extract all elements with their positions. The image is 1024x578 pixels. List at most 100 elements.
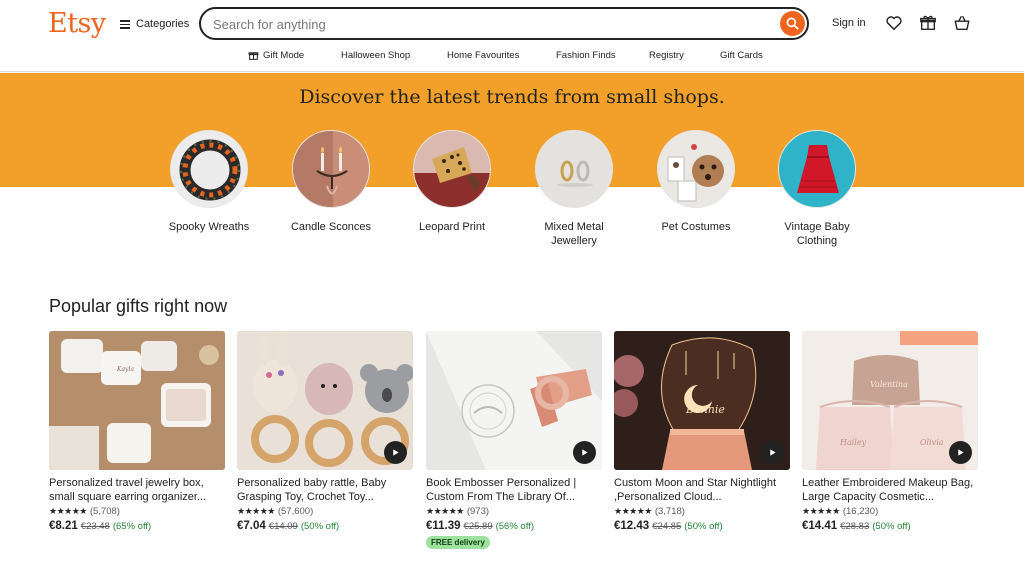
gift-icon[interactable] <box>919 14 937 32</box>
star-rating-icon: ★★★★★ <box>802 506 840 516</box>
original-price: €24.85 <box>652 521 682 532</box>
star-rating-icon: ★★★★★ <box>426 506 464 516</box>
nav-gift-cards[interactable]: Gift Cards <box>720 50 763 61</box>
nav-fashion-finds[interactable]: Fashion Finds <box>556 50 616 61</box>
product-rating: ★★★★★ (57,600) <box>237 506 413 517</box>
original-price: €25.89 <box>463 521 493 532</box>
original-price: €28.83 <box>840 521 870 532</box>
nav-label: Gift Mode <box>263 50 305 61</box>
discount-percent: (50% off) <box>300 521 340 532</box>
review-count: (57,600) <box>277 506 314 517</box>
product-image[interactable]: Valentina Hailey Olivia <box>802 331 978 470</box>
sale-price: €7.04 <box>237 520 266 532</box>
nav-home-favourites[interactable]: Home Favourites <box>447 50 519 61</box>
category-image <box>170 130 248 208</box>
category-leopard-print[interactable]: Leopard Print <box>402 130 502 234</box>
gift-icon <box>248 52 259 60</box>
search-icon <box>786 17 799 30</box>
category-spooky-wreaths[interactable]: Spooky Wreaths <box>159 130 259 234</box>
product-title[interactable]: Personalized travel jewelry box, small s… <box>49 476 225 504</box>
play-video-button[interactable] <box>573 441 596 464</box>
product-price: €14.41 €28.83 (50% off) <box>802 520 978 532</box>
sale-price: €12.43 <box>614 520 650 532</box>
product-title[interactable]: Personalized baby rattle, Baby Grasping … <box>237 476 413 504</box>
product-title[interactable]: Book Embosser Personalized | Custom From… <box>426 476 602 504</box>
nav-gift-mode[interactable]: Gift Mode <box>248 50 304 61</box>
nav-halloween-shop[interactable]: Halloween Shop <box>341 50 410 61</box>
play-video-button[interactable] <box>384 441 407 464</box>
product-title[interactable]: Leather Embroidered Makeup Bag, Large Ca… <box>802 476 978 504</box>
review-count: (5,708) <box>89 506 120 517</box>
product-title[interactable]: Custom Moon and Star Nightlight ,Persona… <box>614 476 790 504</box>
review-count: (3,718) <box>654 506 685 517</box>
category-label: Candle Sconces <box>290 221 372 233</box>
category-label: Vintage Baby Clothing <box>784 221 850 247</box>
product-price: €11.39 €25.89 (56% off) <box>426 520 602 532</box>
discount-percent: (65% off) <box>112 521 152 532</box>
categories-button[interactable]: Categories <box>120 16 189 32</box>
play-video-button[interactable] <box>761 441 784 464</box>
product-rating: ★★★★★ (16,230) <box>802 506 978 517</box>
category-image <box>778 130 856 208</box>
discount-percent: (56% off) <box>495 521 534 532</box>
basket-icon[interactable] <box>953 14 971 32</box>
category-label: Pet Costumes <box>661 221 731 233</box>
product-card[interactable]: Valentina Hailey Olivia Leather Embroide… <box>802 331 978 532</box>
free-delivery-badge: FREE delivery <box>426 536 490 549</box>
section-title: Popular gifts right now <box>49 296 228 316</box>
product-price: €8.21 €23.48 (65% off) <box>49 520 225 532</box>
svg-text:Bonnie: Bonnie <box>685 403 725 416</box>
review-count: (16,230) <box>842 506 879 517</box>
product-image[interactable]: Kayla <box>49 331 225 470</box>
star-rating-icon: ★★★★★ <box>49 506 87 516</box>
sub-navigation: Gift Mode Halloween Shop Home Favourites… <box>0 48 1024 64</box>
category-image <box>657 130 735 208</box>
category-image <box>292 130 370 208</box>
svg-text:Valentina: Valentina <box>870 380 908 389</box>
category-label: Spooky Wreaths <box>168 221 250 233</box>
sign-in-link[interactable]: Sign in <box>832 17 866 29</box>
search-input[interactable] <box>213 15 773 33</box>
category-mixed-metal-jewellery[interactable]: Mixed Metal Jewellery <box>524 130 624 248</box>
category-image <box>535 130 613 208</box>
search-button[interactable] <box>780 11 805 36</box>
svg-text:Hailey: Hailey <box>839 438 867 447</box>
play-icon <box>770 449 776 456</box>
product-card[interactable]: Bonnie Custom Moon and Star Nightlight ,… <box>614 331 790 532</box>
category-label: Leopard Print <box>418 221 486 233</box>
play-icon <box>958 449 964 456</box>
site-header: Etsy Categories Sign in <box>0 0 1024 72</box>
categories-label: Categories <box>136 18 190 30</box>
play-video-button[interactable] <box>949 441 972 464</box>
svg-text:Olivia: Olivia <box>920 438 944 447</box>
heart-icon[interactable] <box>885 14 903 32</box>
product-card[interactable]: Kayla Personalized travel jewelry box, s… <box>49 331 225 532</box>
original-price: €23.48 <box>80 521 110 532</box>
product-price: €7.04 €14.09 (50% off) <box>237 520 413 532</box>
product-card[interactable]: Personalized baby rattle, Baby Grasping … <box>237 331 413 532</box>
discount-percent: (50% off) <box>684 521 723 532</box>
product-image[interactable] <box>237 331 413 470</box>
discount-percent: (50% off) <box>872 521 911 532</box>
category-candle-sconces[interactable]: Candle Sconces <box>281 130 381 234</box>
etsy-logo[interactable]: Etsy <box>48 8 106 39</box>
product-rating: ★★★★★ (973) <box>426 506 602 517</box>
category-label: Mixed Metal Jewellery <box>544 221 604 247</box>
product-card[interactable]: Book Embosser Personalized | Custom From… <box>426 331 602 550</box>
banner-title: Discover the latest trends from small sh… <box>299 86 725 108</box>
svg-text:Kayla: Kayla <box>116 366 134 373</box>
category-vintage-baby-clothing[interactable]: Vintage Baby Clothing <box>767 130 867 248</box>
play-icon <box>582 449 588 456</box>
product-image[interactable] <box>426 331 602 470</box>
sale-price: €14.41 <box>802 520 838 532</box>
review-count: (973) <box>466 506 490 517</box>
original-price: €14.09 <box>268 521 298 532</box>
star-rating-icon: ★★★★★ <box>614 506 652 516</box>
nav-registry[interactable]: Registry <box>649 50 684 61</box>
category-pet-costumes[interactable]: Pet Costumes <box>646 130 746 234</box>
sale-price: €8.21 <box>49 520 78 532</box>
sale-price: €11.39 <box>426 520 461 532</box>
product-image[interactable]: Bonnie <box>614 331 790 470</box>
category-image <box>413 130 491 208</box>
product-price: €12.43 €24.85 (50% off) <box>614 520 790 532</box>
